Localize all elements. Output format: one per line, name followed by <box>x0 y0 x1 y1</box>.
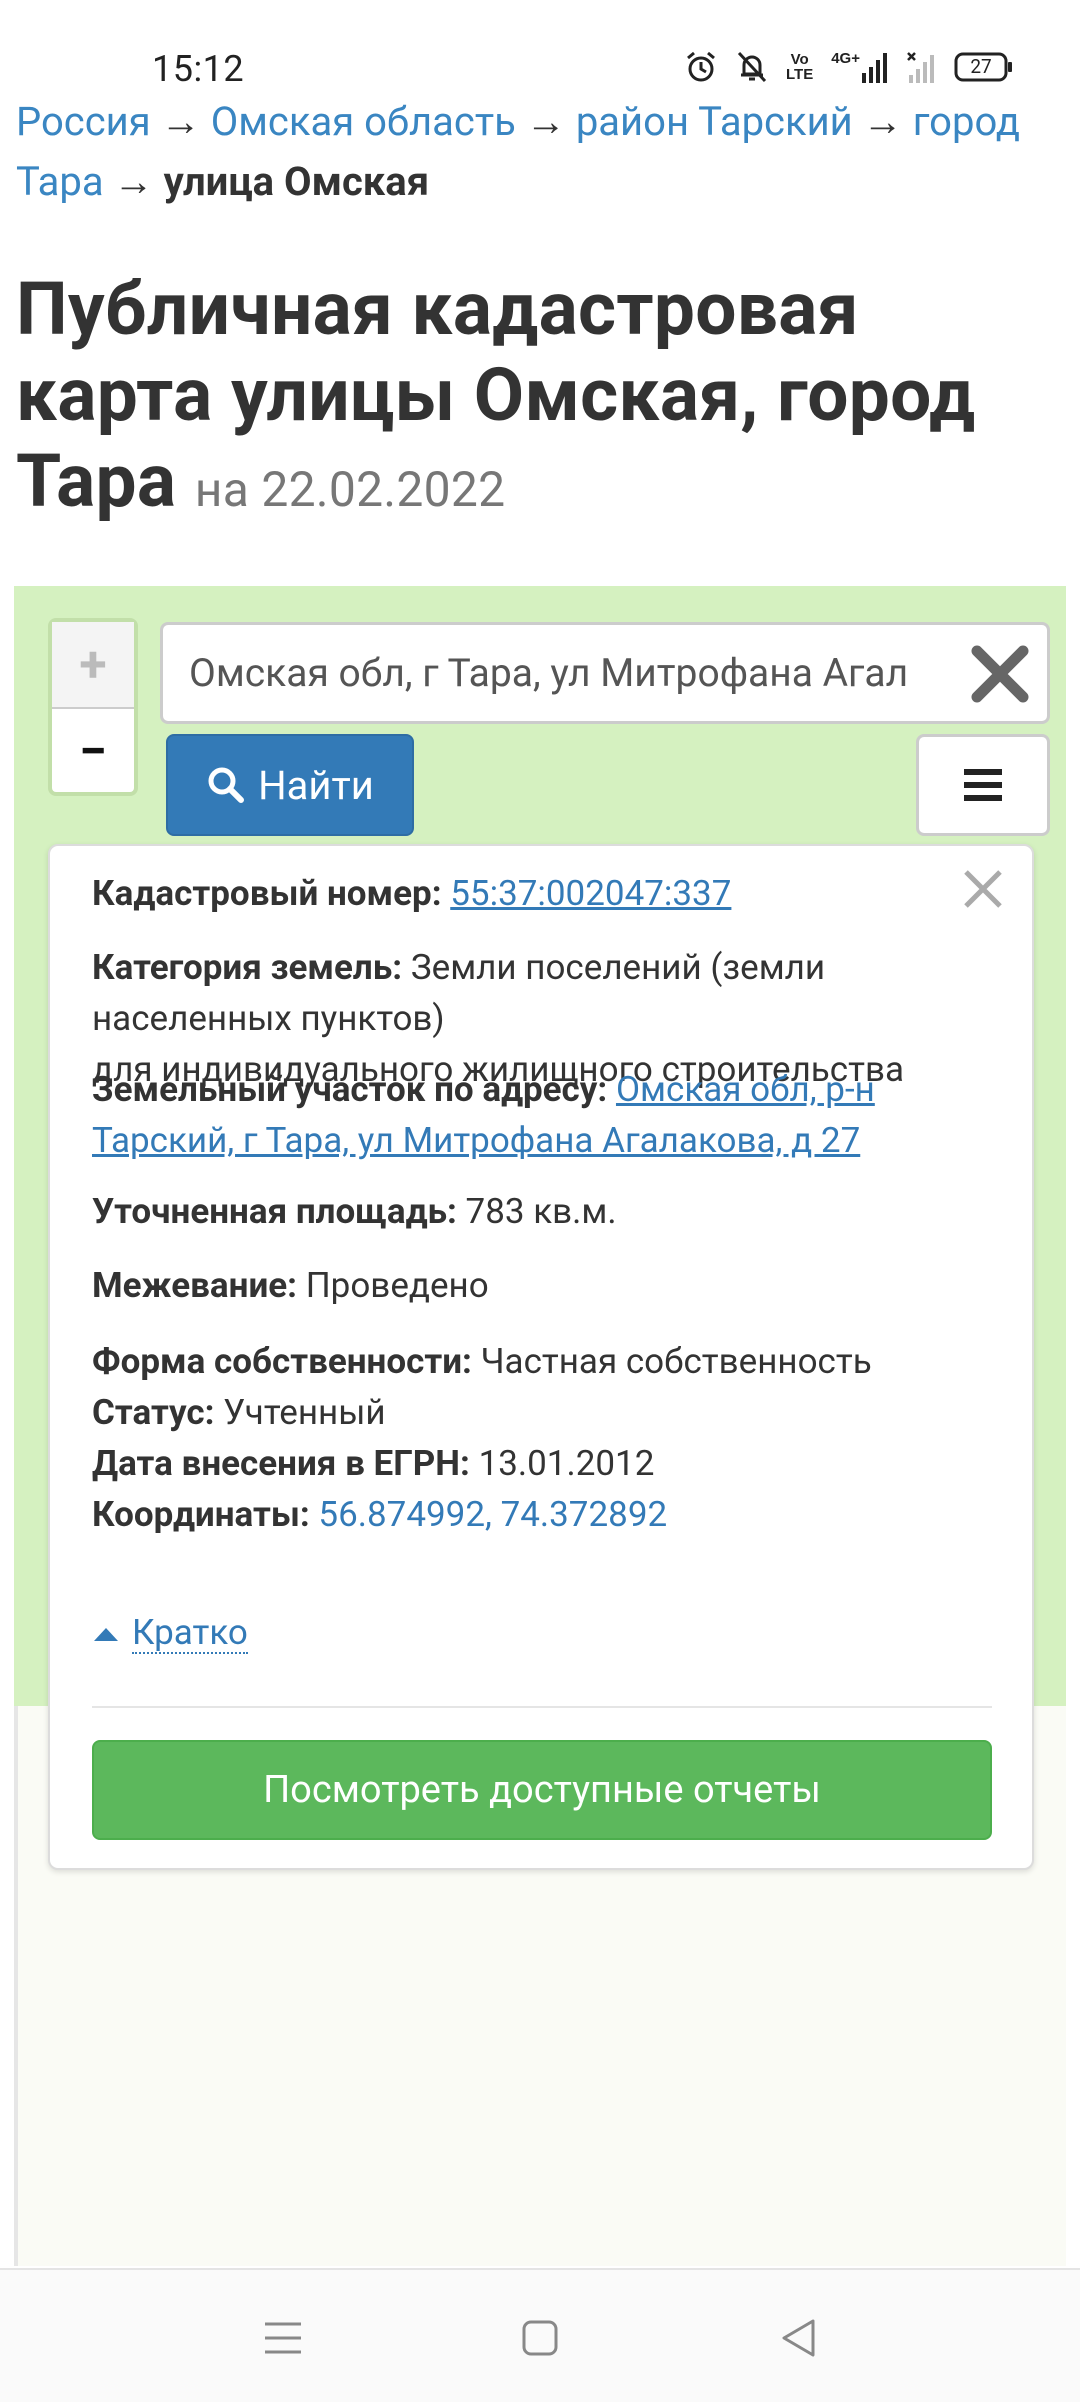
breadcrumb-separator: → <box>160 98 201 145</box>
nav-menu-button[interactable] <box>253 2308 313 2368</box>
alarm-icon <box>684 50 718 84</box>
nav-home-button[interactable] <box>510 2308 570 2368</box>
address-row: Земельный участок по адресу: Омская обл,… <box>92 1064 992 1166</box>
system-nav-bar <box>0 2268 1080 2402</box>
home-square-icon <box>522 2320 558 2356</box>
signal-4g-icon: 4G+ <box>831 51 888 83</box>
area-line: Уточненная площадь: 783 кв.м. <box>92 1186 992 1237</box>
status-bar: 15:12 Vo LTE 4G+ 27 <box>0 0 1080 100</box>
page-title: Публичная кадастровая карта улицы Омская… <box>16 266 1066 533</box>
cadastral-number-link[interactable]: 55:37:002047:337 <box>450 873 731 914</box>
breadcrumb-link-russia[interactable]: Россия <box>16 98 151 145</box>
parcel-info-popup: Кадастровый номер: 55:37:002047:337 Кате… <box>48 844 1034 1870</box>
find-button-label: Найти <box>258 761 374 809</box>
breadcrumb: Россия → Омская область → район Тарский → горо… <box>16 92 1066 212</box>
survey-label: Межевание: <box>92 1265 298 1306</box>
collapse-toggle[interactable]: Кратко <box>92 1614 248 1654</box>
coordinates-label: Координаты: <box>92 1494 310 1535</box>
hamburger-icon <box>964 769 1002 801</box>
breadcrumb-separator: → <box>862 98 903 145</box>
breadcrumb-link-region[interactable]: Омская область <box>211 98 516 145</box>
bell-muted-icon <box>736 50 768 84</box>
caret-up-icon <box>94 1628 118 1641</box>
ownership-value: Частная собственность <box>480 1341 872 1382</box>
ownership-label: Форма собственности: <box>92 1341 472 1382</box>
close-icon <box>971 645 1029 703</box>
status-time: 15:12 <box>152 48 245 90</box>
back-triangle-icon <box>782 2319 815 2357</box>
breadcrumb-separator: → <box>113 158 154 205</box>
battery-level: 27 <box>970 55 992 78</box>
breadcrumb-separator: → <box>525 98 566 145</box>
breadcrumb-current: улица Омская <box>163 158 430 205</box>
popup-divider <box>92 1706 992 1708</box>
map-road <box>14 1706 18 2266</box>
search-icon <box>208 767 245 803</box>
nav-back-button[interactable] <box>768 2308 828 2368</box>
collapse-label: Кратко <box>132 1612 248 1654</box>
volte-icon: Vo LTE <box>786 51 814 83</box>
area-value: 783 кв.м. <box>465 1191 617 1232</box>
egrn-date-label: Дата внесения в ЕГРН: <box>92 1443 470 1484</box>
breadcrumb-link-district[interactable]: район Тарский <box>576 98 853 145</box>
find-button[interactable]: Найти <box>166 734 414 836</box>
area-label: Уточненная площадь: <box>92 1191 457 1232</box>
layers-menu-button[interactable] <box>916 734 1050 836</box>
cadastral-number-label: Кадастровый номер: <box>92 873 442 914</box>
ownership-block: Форма собственности: Частная собственнос… <box>92 1336 992 1540</box>
clear-search-button[interactable] <box>965 639 1035 709</box>
survey-row: Межевание: Проведено <box>92 1260 992 1311</box>
coordinates-link[interactable]: 56.874992, 74.372892 <box>318 1494 667 1535</box>
battery-icon: 27 <box>954 52 1014 82</box>
zoom-control: + − <box>48 618 138 796</box>
status-label: Статус: <box>92 1392 215 1433</box>
survey-value: Проведено <box>305 1265 489 1306</box>
zoom-in-button[interactable]: + <box>52 622 134 709</box>
cadastral-number-row: Кадастровый номер: 55:37:002047:337 <box>92 868 992 919</box>
land-category-label: Категория земель: <box>92 947 403 988</box>
address-label: Земельный участок по адресу: <box>92 1069 608 1110</box>
search-input[interactable] <box>189 643 909 703</box>
menu-icon <box>265 2322 301 2354</box>
signal-no-service-icon <box>906 51 936 83</box>
page-title-date: на 22.02.2022 <box>194 461 506 518</box>
status-value: Учтенный <box>223 1392 386 1433</box>
egrn-date-value: 13.01.2012 <box>478 1443 655 1484</box>
zoom-out-button[interactable]: − <box>52 709 134 794</box>
network-type: 4G+ <box>831 50 860 67</box>
view-reports-button[interactable]: Посмотреть доступные отчеты <box>92 1740 992 1840</box>
search-box <box>160 622 1050 724</box>
status-icons: Vo LTE 4G+ 27 <box>684 50 1014 84</box>
